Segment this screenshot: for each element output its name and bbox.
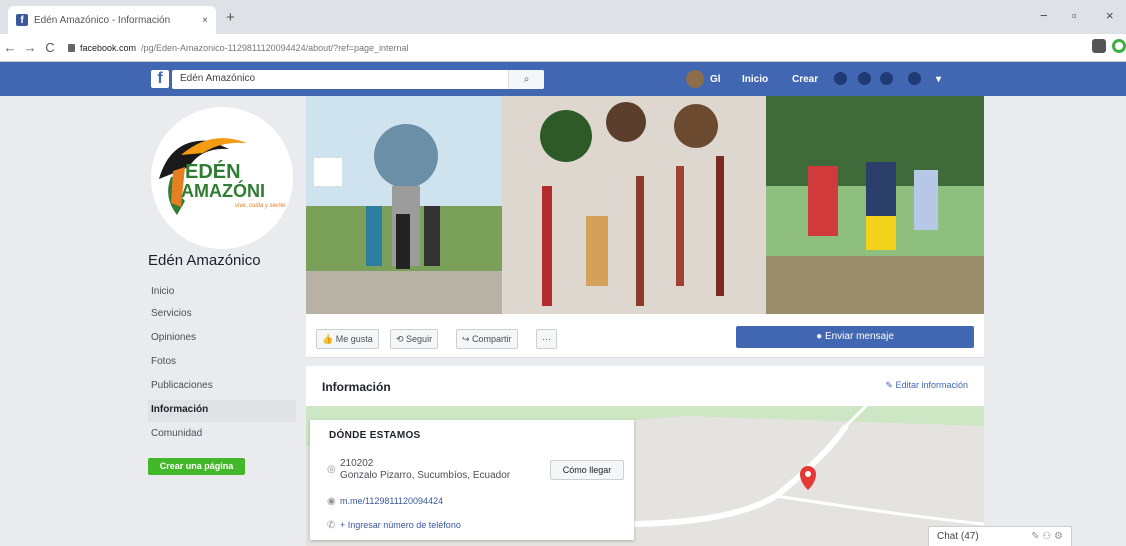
- reload-button[interactable]: C: [40, 40, 60, 55]
- info-header: Información ✎ Editar información: [306, 366, 984, 406]
- extension-green-icon[interactable]: [1112, 39, 1126, 53]
- maximize-button[interactable]: ▫: [1072, 8, 1077, 23]
- browser-tab-bar: f Edén Amazónico - Información × + − ▫ ×: [0, 0, 1126, 34]
- account-menu-chevron-icon[interactable]: ▾: [936, 70, 941, 89]
- facebook-search-input[interactable]: Edén Amazónico: [172, 70, 544, 89]
- sidebar-item-opiniones[interactable]: Opiniones: [148, 328, 296, 350]
- window-close-button[interactable]: ×: [1106, 8, 1114, 23]
- search-icon: ⌕: [523, 74, 530, 85]
- share-icon: ↪: [462, 334, 473, 344]
- forward-button[interactable]: →: [20, 40, 40, 55]
- tab-title: Edén Amazónico - Información: [34, 14, 171, 26]
- back-button[interactable]: ←: [0, 40, 20, 55]
- info-title: Información: [322, 380, 391, 394]
- user-avatar[interactable]: [686, 70, 704, 88]
- like-button[interactable]: 👍 Me gusta: [316, 329, 379, 349]
- like-label: Me gusta: [335, 334, 373, 344]
- page-name[interactable]: Edén Amazónico: [148, 252, 261, 269]
- location-pin-icon: ◎: [327, 464, 336, 475]
- extension-icon[interactable]: [1092, 39, 1106, 53]
- create-page-button[interactable]: Crear una página: [148, 458, 245, 475]
- cover-photo[interactable]: [306, 96, 984, 314]
- thumbs-up-icon: 👍: [322, 334, 336, 344]
- sidebar-item-informacion[interactable]: Información: [148, 400, 296, 422]
- sidebar-item-fotos[interactable]: Fotos: [148, 352, 296, 374]
- address-bar: ← → C facebook.com/pg/Eden-Amazonico-112…: [0, 34, 1126, 62]
- sidebar-item-servicios[interactable]: Servicios: [148, 304, 296, 326]
- messenger-icon[interactable]: [858, 72, 871, 85]
- url-field[interactable]: facebook.com/pg/Eden-Amazonico-112981112…: [68, 43, 409, 53]
- follow-button[interactable]: ⟲ Seguir: [390, 329, 439, 349]
- postal-code: 210202: [340, 458, 374, 469]
- send-message-label: Enviar mensaje: [824, 331, 894, 342]
- address-block: 210202 Gonzalo Pizarro, Sucumbíos, Ecuad…: [340, 458, 510, 482]
- minimize-button[interactable]: −: [1040, 8, 1048, 23]
- url-domain: facebook.com: [80, 42, 137, 53]
- search-button[interactable]: ⌕: [508, 70, 544, 89]
- notifications-icon[interactable]: [880, 72, 893, 85]
- edit-info-link[interactable]: ✎ Editar información: [885, 380, 968, 391]
- sidebar-item-inicio[interactable]: Inicio: [148, 282, 296, 304]
- add-phone-link[interactable]: + Ingresar número de teléfono: [340, 520, 461, 530]
- more-button[interactable]: ···: [536, 329, 557, 349]
- facebook-favicon-icon: f: [16, 14, 28, 26]
- user-name-link[interactable]: Gl: [710, 70, 721, 89]
- phone-icon: ✆: [327, 520, 336, 531]
- create-link[interactable]: Crear: [792, 70, 818, 89]
- messenger-icon: ●: [816, 331, 825, 342]
- lock-icon: [68, 43, 75, 52]
- messenger-link-icon: ◉: [327, 496, 336, 507]
- cover-collage-image: [306, 96, 984, 314]
- url-path: /pg/Eden-Amazonico-1129811120094424/abou…: [141, 42, 409, 53]
- where-we-are-heading: DÓNDE ESTAMOS: [329, 430, 421, 441]
- messenger-link[interactable]: m.me/1129811120094424: [340, 496, 443, 506]
- address-text: Gonzalo Pizarro, Sucumbíos, Ecuador: [340, 470, 511, 481]
- chat-label: Chat (47): [937, 531, 979, 542]
- facebook-logo-icon[interactable]: f: [151, 70, 169, 88]
- home-link[interactable]: Inicio: [742, 70, 768, 89]
- directions-button[interactable]: Cómo llegar: [550, 460, 624, 480]
- facebook-top-bar: f Edén Amazónico ⌕ Gl Inicio Crear ▾: [0, 62, 1126, 96]
- friend-requests-icon[interactable]: [834, 72, 847, 85]
- send-message-button[interactable]: ● Enviar mensaje: [736, 326, 974, 348]
- help-icon[interactable]: [908, 72, 921, 85]
- share-button[interactable]: ↪ Compartir: [456, 329, 518, 349]
- page-profile-picture[interactable]: EDÉN AMAZÓNI vive, cuida y siente: [148, 104, 296, 252]
- tab-close-icon[interactable]: ×: [202, 15, 208, 26]
- share-label: Compartir: [472, 334, 512, 344]
- sidebar-item-publicaciones[interactable]: Publicaciones: [148, 376, 296, 398]
- chat-tools-icon[interactable]: ✎ ⚇ ⚙: [1031, 531, 1063, 542]
- rss-icon: ⟲: [396, 334, 407, 344]
- sidebar-item-comunidad[interactable]: Comunidad: [148, 424, 296, 446]
- follow-label: Seguir: [406, 334, 433, 344]
- page-action-bar: 👍 Me gusta ⟲ Seguir ↪ Compartir ··· ● En…: [306, 314, 984, 358]
- edit-info-label: Editar información: [895, 380, 968, 390]
- logo-text-line2: AMAZÓNI: [181, 181, 265, 201]
- chat-bar[interactable]: Chat (47) ✎ ⚇ ⚙: [928, 526, 1072, 546]
- pencil-icon: ✎: [885, 380, 896, 390]
- location-card: DÓNDE ESTAMOS ◎ 210202 Gonzalo Pizarro, …: [310, 420, 634, 540]
- browser-tab[interactable]: f Edén Amazónico - Información ×: [8, 6, 216, 34]
- new-tab-button[interactable]: +: [226, 9, 235, 26]
- logo-tagline: vive, cuida y siente: [235, 203, 286, 209]
